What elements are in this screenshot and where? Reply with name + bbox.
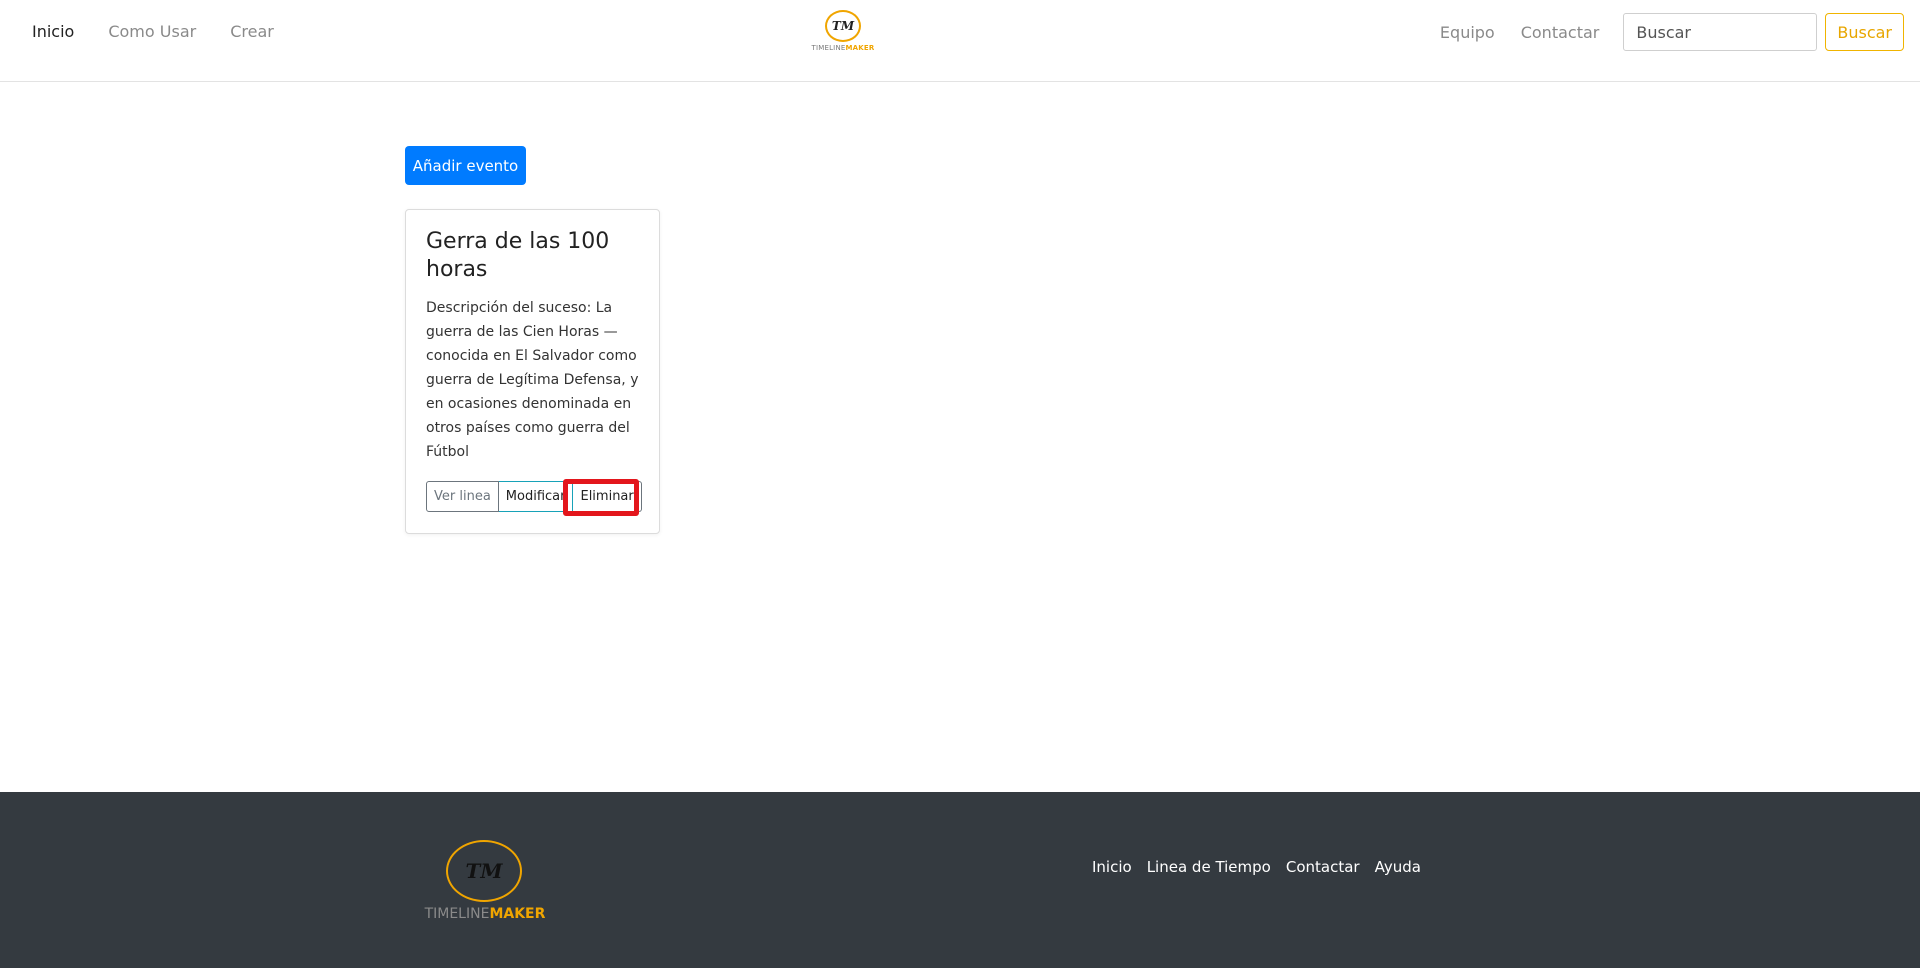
- footer-logo[interactable]: TM TIMELINEMAKER: [410, 840, 560, 924]
- footer-logo-wordmark: TIMELINEMAKER: [410, 906, 560, 922]
- logo-monogram: TM: [825, 10, 861, 42]
- footer-link-ayuda[interactable]: Ayuda: [1375, 858, 1421, 876]
- nav-link-como-usar[interactable]: Como Usar: [98, 22, 206, 41]
- logo-wordmark: TIMELINEMAKER: [808, 44, 878, 52]
- nav-link-crear[interactable]: Crear: [220, 22, 284, 41]
- footer-nav: Inicio Linea de Tiempo Contactar Ayuda: [1092, 858, 1436, 876]
- nav-left: Inicio Como Usar Crear: [22, 0, 298, 62]
- brand-logo[interactable]: TM TIMELINEMAKER: [808, 10, 878, 56]
- search-button[interactable]: Buscar: [1825, 13, 1904, 51]
- footer-logo-word-timeline: TIMELINE: [424, 906, 490, 922]
- nav-link-equipo[interactable]: Equipo: [1430, 23, 1505, 42]
- footer-link-contactar[interactable]: Contactar: [1286, 858, 1360, 876]
- logo-word-timeline: TIMELINE: [811, 44, 846, 52]
- nav-right: Equipo Contactar Buscar: [1430, 12, 1904, 52]
- nav-link-inicio[interactable]: Inicio: [22, 22, 84, 41]
- add-event-button[interactable]: Añadir evento: [405, 146, 526, 185]
- modify-event-button[interactable]: Modificar: [498, 481, 574, 512]
- event-card: Gerra de las 100 horas Descripción del s…: [405, 209, 660, 534]
- top-navbar: Inicio Como Usar Crear TM TIMELINEMAKER …: [0, 0, 1920, 82]
- footer-link-inicio[interactable]: Inicio: [1092, 858, 1132, 876]
- page-footer: TM TIMELINEMAKER Inicio Linea de Tiempo …: [0, 792, 1920, 968]
- nav-link-contactar[interactable]: Contactar: [1511, 23, 1610, 42]
- event-card-actions: Ver linea Modificar Eliminar: [426, 481, 642, 512]
- footer-link-linea-de-tiempo[interactable]: Linea de Tiempo: [1147, 858, 1271, 876]
- search-input[interactable]: [1623, 13, 1818, 51]
- view-timeline-button[interactable]: Ver linea: [426, 481, 499, 512]
- event-card-title: Gerra de las 100 horas: [426, 229, 610, 282]
- delete-event-button[interactable]: Eliminar: [573, 481, 642, 512]
- logo-word-maker: MAKER: [845, 44, 875, 52]
- event-card-description: Descripción del suceso: La guerra de las…: [426, 300, 639, 460]
- footer-logo-word-maker: MAKER: [489, 906, 546, 922]
- footer-logo-monogram: TM: [446, 840, 522, 902]
